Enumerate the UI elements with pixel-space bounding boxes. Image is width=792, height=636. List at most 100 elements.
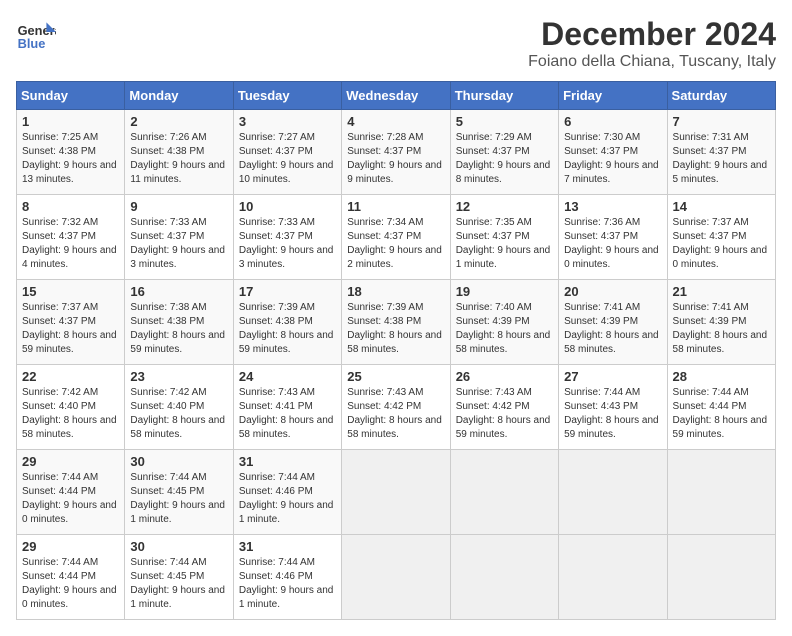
calendar-cell: 1 Sunrise: 7:25 AMSunset: 4:38 PMDayligh… bbox=[17, 110, 125, 195]
calendar-cell bbox=[450, 450, 558, 535]
cell-info: Sunrise: 7:26 AMSunset: 4:38 PMDaylight:… bbox=[130, 132, 225, 185]
day-number: 1 bbox=[22, 114, 119, 129]
cell-info: Sunrise: 7:39 AMSunset: 4:38 PMDaylight:… bbox=[239, 302, 334, 355]
cell-info: Sunrise: 7:35 AMSunset: 4:37 PMDaylight:… bbox=[456, 217, 551, 270]
calendar-cell bbox=[667, 450, 775, 535]
day-header-thursday: Thursday bbox=[450, 82, 558, 110]
cell-info: Sunrise: 7:32 AMSunset: 4:37 PMDaylight:… bbox=[22, 217, 117, 270]
logo: General Blue bbox=[16, 16, 56, 56]
cell-info: Sunrise: 7:37 AMSunset: 4:37 PMDaylight:… bbox=[673, 217, 768, 270]
day-number: 26 bbox=[456, 369, 553, 384]
calendar-cell: 4 Sunrise: 7:28 AMSunset: 4:37 PMDayligh… bbox=[342, 110, 450, 195]
calendar-cell: 15 Sunrise: 7:37 AMSunset: 4:37 PMDaylig… bbox=[17, 280, 125, 365]
calendar-cell: 2 Sunrise: 7:26 AMSunset: 4:38 PMDayligh… bbox=[125, 110, 233, 195]
cell-info: Sunrise: 7:33 AMSunset: 4:37 PMDaylight:… bbox=[130, 217, 225, 270]
calendar-cell: 30 Sunrise: 7:44 AMSunset: 4:45 PMDaylig… bbox=[125, 535, 233, 620]
page-header: General Blue December 2024 Foiano della … bbox=[16, 16, 776, 71]
calendar-cell: 28 Sunrise: 7:44 AMSunset: 4:44 PMDaylig… bbox=[667, 365, 775, 450]
cell-info: Sunrise: 7:44 AMSunset: 4:45 PMDaylight:… bbox=[130, 472, 225, 525]
calendar-cell: 30 Sunrise: 7:44 AMSunset: 4:45 PMDaylig… bbox=[125, 450, 233, 535]
calendar-cell bbox=[450, 535, 558, 620]
day-number: 12 bbox=[456, 199, 553, 214]
day-number: 13 bbox=[564, 199, 661, 214]
day-number: 31 bbox=[239, 454, 336, 469]
cell-info: Sunrise: 7:40 AMSunset: 4:39 PMDaylight:… bbox=[456, 302, 551, 355]
cell-info: Sunrise: 7:42 AMSunset: 4:40 PMDaylight:… bbox=[130, 387, 225, 440]
day-number: 30 bbox=[130, 454, 227, 469]
day-number: 29 bbox=[22, 454, 119, 469]
cell-info: Sunrise: 7:31 AMSunset: 4:37 PMDaylight:… bbox=[673, 132, 768, 185]
calendar-cell: 20 Sunrise: 7:41 AMSunset: 4:39 PMDaylig… bbox=[559, 280, 667, 365]
calendar-cell: 29 Sunrise: 7:44 AMSunset: 4:44 PMDaylig… bbox=[17, 450, 125, 535]
calendar-cell: 13 Sunrise: 7:36 AMSunset: 4:37 PMDaylig… bbox=[559, 195, 667, 280]
cell-info: Sunrise: 7:29 AMSunset: 4:37 PMDaylight:… bbox=[456, 132, 551, 185]
day-number: 28 bbox=[673, 369, 770, 384]
day-number: 19 bbox=[456, 284, 553, 299]
day-number: 22 bbox=[22, 369, 119, 384]
calendar-cell: 18 Sunrise: 7:39 AMSunset: 4:38 PMDaylig… bbox=[342, 280, 450, 365]
cell-info: Sunrise: 7:34 AMSunset: 4:37 PMDaylight:… bbox=[347, 217, 442, 270]
calendar-cell: 27 Sunrise: 7:44 AMSunset: 4:43 PMDaylig… bbox=[559, 365, 667, 450]
day-header-saturday: Saturday bbox=[667, 82, 775, 110]
day-number: 17 bbox=[239, 284, 336, 299]
calendar-row-week1: 1 Sunrise: 7:25 AMSunset: 4:38 PMDayligh… bbox=[17, 110, 776, 195]
day-number: 30 bbox=[130, 539, 227, 554]
calendar-cell: 3 Sunrise: 7:27 AMSunset: 4:37 PMDayligh… bbox=[233, 110, 341, 195]
day-number: 25 bbox=[347, 369, 444, 384]
calendar-cell bbox=[342, 535, 450, 620]
calendar-row-week5: 29 Sunrise: 7:44 AMSunset: 4:44 PMDaylig… bbox=[17, 450, 776, 535]
cell-info: Sunrise: 7:44 AMSunset: 4:45 PMDaylight:… bbox=[130, 557, 225, 610]
cell-info: Sunrise: 7:27 AMSunset: 4:37 PMDaylight:… bbox=[239, 132, 334, 185]
day-number: 29 bbox=[22, 539, 119, 554]
day-number: 21 bbox=[673, 284, 770, 299]
cell-info: Sunrise: 7:30 AMSunset: 4:37 PMDaylight:… bbox=[564, 132, 659, 185]
title-area: December 2024 Foiano della Chiana, Tusca… bbox=[528, 16, 776, 71]
day-header-sunday: Sunday bbox=[17, 82, 125, 110]
svg-text:Blue: Blue bbox=[18, 36, 46, 51]
cell-info: Sunrise: 7:36 AMSunset: 4:37 PMDaylight:… bbox=[564, 217, 659, 270]
calendar-cell: 14 Sunrise: 7:37 AMSunset: 4:37 PMDaylig… bbox=[667, 195, 775, 280]
day-header-tuesday: Tuesday bbox=[233, 82, 341, 110]
day-header-monday: Monday bbox=[125, 82, 233, 110]
calendar-cell: 22 Sunrise: 7:42 AMSunset: 4:40 PMDaylig… bbox=[17, 365, 125, 450]
cell-info: Sunrise: 7:44 AMSunset: 4:44 PMDaylight:… bbox=[22, 472, 117, 525]
calendar-cell bbox=[559, 535, 667, 620]
cell-info: Sunrise: 7:43 AMSunset: 4:41 PMDaylight:… bbox=[239, 387, 334, 440]
calendar-cell: 9 Sunrise: 7:33 AMSunset: 4:37 PMDayligh… bbox=[125, 195, 233, 280]
calendar-cell: 31 Sunrise: 7:44 AMSunset: 4:46 PMDaylig… bbox=[233, 450, 341, 535]
calendar-cell: 16 Sunrise: 7:38 AMSunset: 4:38 PMDaylig… bbox=[125, 280, 233, 365]
calendar-cell: 19 Sunrise: 7:40 AMSunset: 4:39 PMDaylig… bbox=[450, 280, 558, 365]
calendar-cell: 8 Sunrise: 7:32 AMSunset: 4:37 PMDayligh… bbox=[17, 195, 125, 280]
day-number: 6 bbox=[564, 114, 661, 129]
calendar-cell: 5 Sunrise: 7:29 AMSunset: 4:37 PMDayligh… bbox=[450, 110, 558, 195]
day-number: 18 bbox=[347, 284, 444, 299]
calendar-cell bbox=[342, 450, 450, 535]
calendar-cell: 7 Sunrise: 7:31 AMSunset: 4:37 PMDayligh… bbox=[667, 110, 775, 195]
day-number: 20 bbox=[564, 284, 661, 299]
day-number: 7 bbox=[673, 114, 770, 129]
day-number: 23 bbox=[130, 369, 227, 384]
calendar-cell bbox=[667, 535, 775, 620]
day-number: 31 bbox=[239, 539, 336, 554]
calendar-row-week6: 29 Sunrise: 7:44 AMSunset: 4:44 PMDaylig… bbox=[17, 535, 776, 620]
day-number: 10 bbox=[239, 199, 336, 214]
cell-info: Sunrise: 7:39 AMSunset: 4:38 PMDaylight:… bbox=[347, 302, 442, 355]
month-title: December 2024 bbox=[528, 16, 776, 53]
cell-info: Sunrise: 7:28 AMSunset: 4:37 PMDaylight:… bbox=[347, 132, 442, 185]
calendar-cell: 31 Sunrise: 7:44 AMSunset: 4:46 PMDaylig… bbox=[233, 535, 341, 620]
calendar-table: SundayMondayTuesdayWednesdayThursdayFrid… bbox=[16, 81, 776, 620]
day-number: 4 bbox=[347, 114, 444, 129]
day-number: 11 bbox=[347, 199, 444, 214]
cell-info: Sunrise: 7:43 AMSunset: 4:42 PMDaylight:… bbox=[347, 387, 442, 440]
day-number: 5 bbox=[456, 114, 553, 129]
day-header-friday: Friday bbox=[559, 82, 667, 110]
calendar-cell: 21 Sunrise: 7:41 AMSunset: 4:39 PMDaylig… bbox=[667, 280, 775, 365]
cell-info: Sunrise: 7:44 AMSunset: 4:46 PMDaylight:… bbox=[239, 557, 334, 610]
calendar-row-week4: 22 Sunrise: 7:42 AMSunset: 4:40 PMDaylig… bbox=[17, 365, 776, 450]
day-header-wednesday: Wednesday bbox=[342, 82, 450, 110]
day-number: 15 bbox=[22, 284, 119, 299]
calendar-row-week3: 15 Sunrise: 7:37 AMSunset: 4:37 PMDaylig… bbox=[17, 280, 776, 365]
day-number: 9 bbox=[130, 199, 227, 214]
day-number: 27 bbox=[564, 369, 661, 384]
cell-info: Sunrise: 7:42 AMSunset: 4:40 PMDaylight:… bbox=[22, 387, 117, 440]
